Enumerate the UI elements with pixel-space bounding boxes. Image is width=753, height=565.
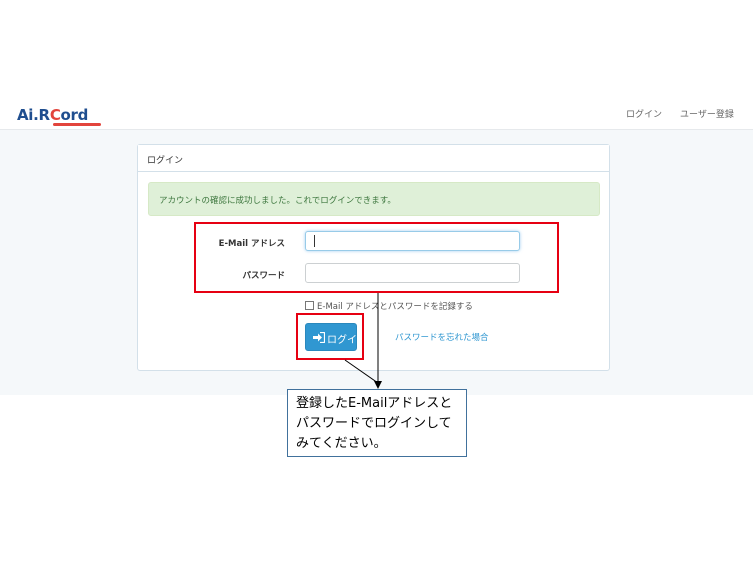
brand-text-ring: C — [49, 106, 61, 124]
alert-message: アカウントの確認に成功しました。これでログインできます。 — [159, 196, 396, 206]
success-alert: アカウントの確認に成功しました。これでログインできます。 — [148, 182, 600, 216]
brand-logo[interactable]: Ai.RCord — [17, 106, 101, 126]
panel-heading: ログイン — [138, 145, 609, 172]
panel-title: ログイン — [147, 156, 184, 166]
brand-text-part1: Ai.R — [17, 106, 50, 124]
instruction-callout: 登録したE-Mailアドレスとパスワードでログインしてみてください。 — [287, 389, 467, 457]
brand-text-part2: ord — [60, 106, 89, 124]
forgot-password-link[interactable]: パスワードを忘れた場合 — [395, 331, 489, 343]
brand-swoosh — [53, 123, 101, 126]
remember-checkbox[interactable] — [305, 301, 314, 310]
highlight-login-button — [296, 313, 364, 360]
nav-login-link[interactable]: ログイン — [626, 107, 662, 120]
remember-label[interactable]: E-Mail アドレスとパスワードを記録する — [317, 300, 473, 312]
highlight-form-fields — [194, 222, 559, 293]
nav-register-link[interactable]: ユーザー登録 — [680, 107, 734, 120]
navbar: Ai.RCord ログイン ユーザー登録 — [0, 98, 753, 130]
